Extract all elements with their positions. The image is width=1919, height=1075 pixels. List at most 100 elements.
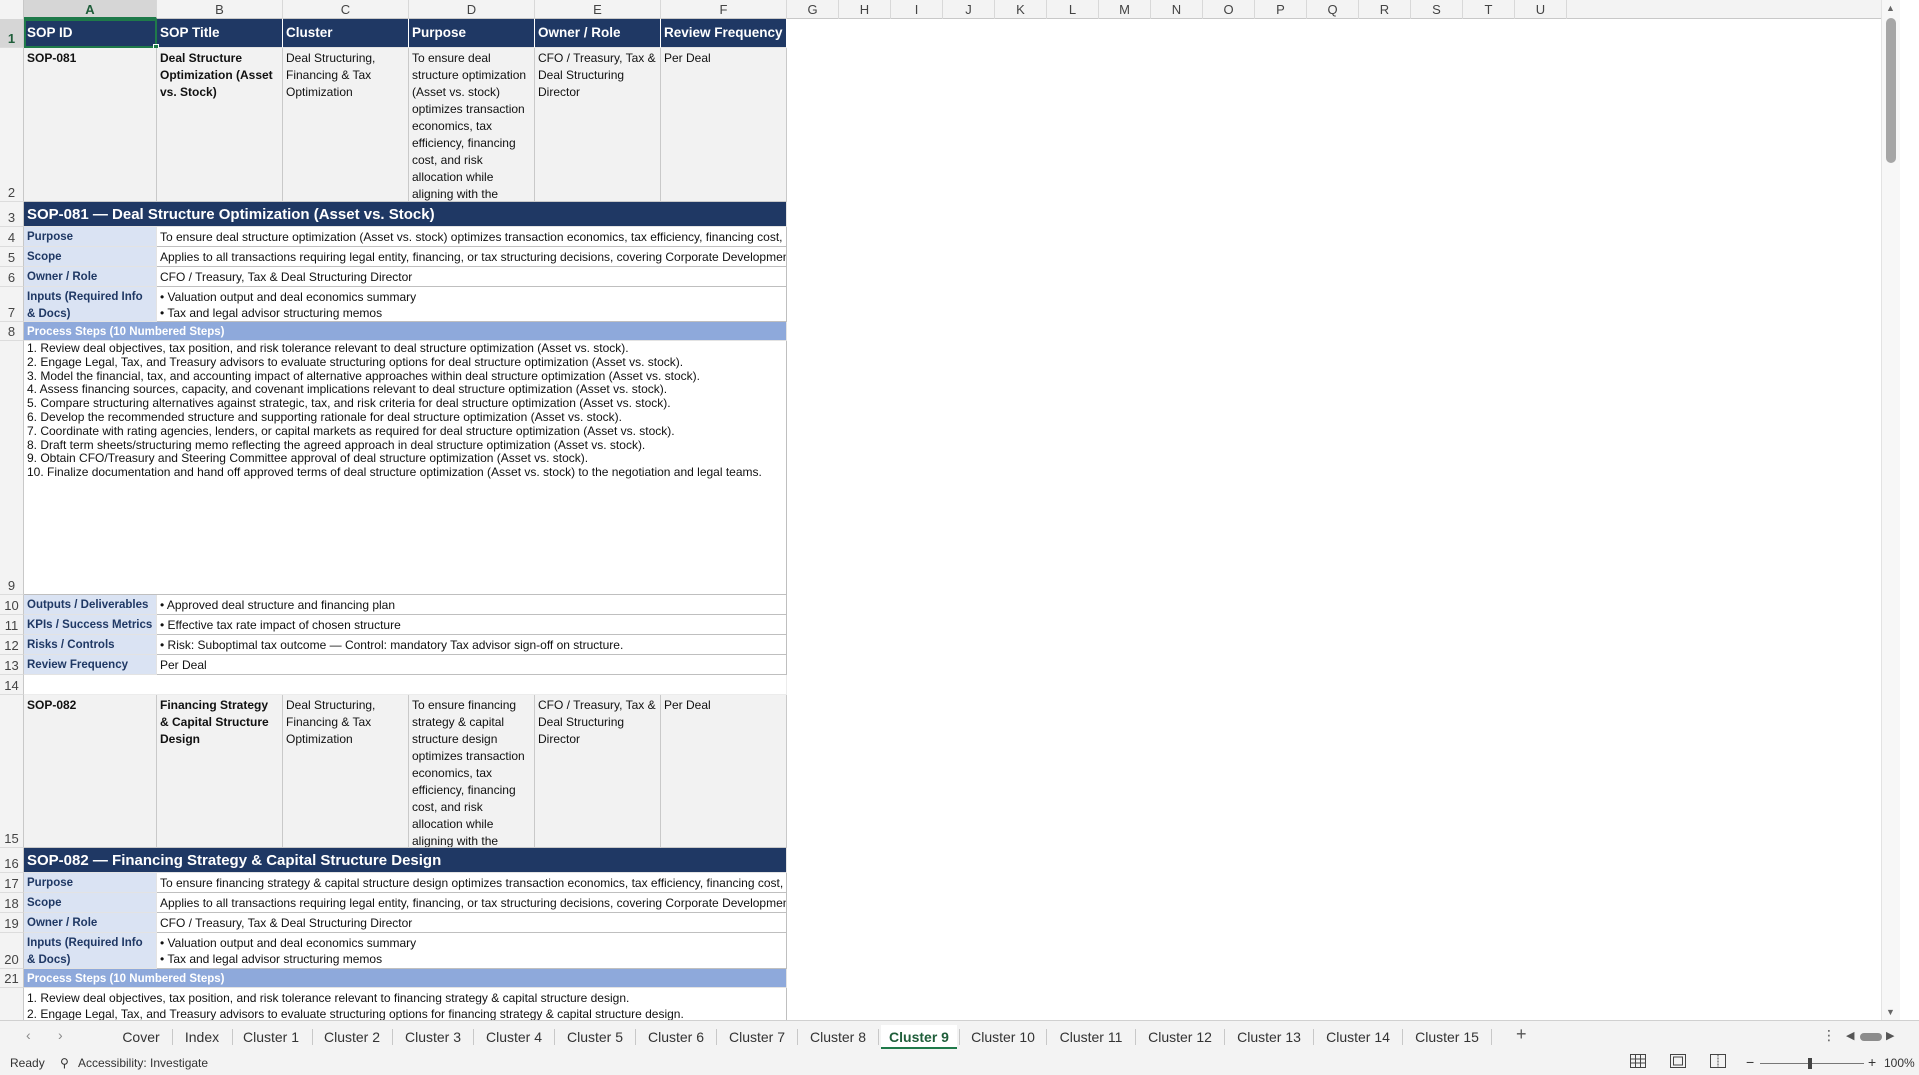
scroll-down-icon[interactable]: ▼ xyxy=(1886,1007,1895,1017)
zoom-slider-track[interactable] xyxy=(1760,1063,1864,1064)
accessibility-status[interactable]: Accessibility: Investigate xyxy=(78,1056,208,1070)
row-header-11[interactable]: 11 xyxy=(0,615,24,635)
cell-b20[interactable]: • Valuation output and deal economics su… xyxy=(157,933,787,969)
row-header-16[interactable]: 16 xyxy=(0,848,24,873)
column-header-n[interactable]: N xyxy=(1151,0,1203,19)
zoom-level[interactable]: 100% xyxy=(1884,1056,1915,1070)
add-sheet-icon[interactable]: + xyxy=(1516,1024,1527,1045)
vertical-scrollbar[interactable]: ▲ ▼ xyxy=(1881,0,1900,1020)
cell-a12[interactable]: Risks / Controls xyxy=(24,635,157,655)
cell-f1[interactable]: Review Frequency xyxy=(661,19,787,48)
row-header-17[interactable]: 17 xyxy=(0,873,24,893)
column-header-l[interactable]: L xyxy=(1047,0,1099,19)
process-steps-cell[interactable]: 1. Review deal objectives, tax position,… xyxy=(24,341,787,595)
column-header-o[interactable]: O xyxy=(1203,0,1255,19)
row-header-21[interactable]: 21 xyxy=(0,969,24,988)
row-header-18[interactable]: 18 xyxy=(0,893,24,913)
cell-a4[interactable]: Purpose xyxy=(24,227,157,247)
empty-row-cell[interactable] xyxy=(24,675,787,695)
zoom-in-icon[interactable]: + xyxy=(1868,1054,1876,1070)
cell-c2[interactable]: Deal Structuring, Financing & Tax Optimi… xyxy=(283,48,409,202)
tab-scroll-right-icon[interactable]: › xyxy=(58,1027,63,1043)
column-header-i[interactable]: I xyxy=(891,0,943,19)
sheet-tab-cluster-5[interactable]: Cluster 5 xyxy=(557,1025,633,1049)
column-header-g[interactable]: G xyxy=(787,0,839,19)
spreadsheet-grid[interactable]: A B C D E F G H I J K L M N O P Q R S T … xyxy=(0,0,1900,1020)
sheet-tab-cluster-6[interactable]: Cluster 6 xyxy=(638,1025,714,1049)
cell-b7[interactable]: • Valuation output and deal economics su… xyxy=(157,287,787,322)
column-header-t[interactable]: T xyxy=(1463,0,1515,19)
row-header-1[interactable]: 1 xyxy=(0,19,24,48)
cell-b6[interactable]: CFO / Treasury, Tax & Deal Structuring D… xyxy=(157,267,787,287)
select-all-corner[interactable] xyxy=(0,0,24,19)
row-header-6[interactable]: 6 xyxy=(0,267,24,287)
cell-f2[interactable]: Per Deal xyxy=(661,48,787,202)
cell-b5[interactable]: Applies to all transactions requiring le… xyxy=(157,247,787,267)
sheet-tab-cluster-4[interactable]: Cluster 4 xyxy=(476,1025,552,1049)
cell-a19[interactable]: Owner / Role xyxy=(24,913,157,933)
cell-a7[interactable]: Inputs (Required Info & Docs) xyxy=(24,287,157,322)
column-header-c[interactable]: C xyxy=(283,0,409,19)
column-header-b[interactable]: B xyxy=(157,0,283,19)
page-break-view-icon[interactable] xyxy=(1710,1054,1726,1071)
column-header-h[interactable]: H xyxy=(839,0,891,19)
scrollbar-thumb[interactable] xyxy=(1886,18,1896,163)
column-header-a[interactable]: A xyxy=(24,0,157,19)
cell-d1[interactable]: Purpose xyxy=(409,19,535,48)
cell-e2[interactable]: CFO / Treasury, Tax & Deal Structuring D… xyxy=(535,48,661,202)
sheet-tab-cluster-12[interactable]: Cluster 12 xyxy=(1138,1025,1222,1049)
row-header-12[interactable]: 12 xyxy=(0,635,24,655)
cell-a17[interactable]: Purpose xyxy=(24,873,157,893)
cell-b4[interactable]: To ensure deal structure optimization (A… xyxy=(157,227,787,247)
cell-b13[interactable]: Per Deal xyxy=(157,655,787,675)
column-header-k[interactable]: K xyxy=(995,0,1047,19)
cell-b2[interactable]: Deal Structure Optimization (Asset vs. S… xyxy=(157,48,283,202)
column-header-d[interactable]: D xyxy=(409,0,535,19)
cell-a15[interactable]: SOP-082 xyxy=(24,695,157,848)
row-header-13[interactable]: 13 xyxy=(0,655,24,675)
column-header-f[interactable]: F xyxy=(661,0,787,19)
row-header-5[interactable]: 5 xyxy=(0,247,24,267)
row-header-8[interactable]: 8 xyxy=(0,322,24,341)
sheet-tab-cluster-2[interactable]: Cluster 2 xyxy=(314,1025,390,1049)
row-header-3[interactable]: 3 xyxy=(0,202,24,227)
row-header-10[interactable]: 10 xyxy=(0,595,24,615)
zoom-out-icon[interactable]: − xyxy=(1746,1054,1754,1070)
cell-b10[interactable]: • Approved deal structure and financing … xyxy=(157,595,787,615)
page-layout-view-icon[interactable] xyxy=(1670,1054,1686,1071)
column-header-s[interactable]: S xyxy=(1411,0,1463,19)
row-header-15[interactable]: 15 xyxy=(0,695,24,848)
cell-d15[interactable]: To ensure financing strategy & capital s… xyxy=(409,695,535,848)
cell-a6[interactable]: Owner / Role xyxy=(24,267,157,287)
cell-a1[interactable]: SOP ID xyxy=(24,19,157,48)
horizontal-scrollbar-thumb[interactable] xyxy=(1860,1033,1882,1041)
cell-a5[interactable]: Scope xyxy=(24,247,157,267)
column-header-p[interactable]: P xyxy=(1255,0,1307,19)
sheet-tab-cluster-1[interactable]: Cluster 1 xyxy=(234,1025,308,1049)
cell-a13[interactable]: Review Frequency xyxy=(24,655,157,675)
sheet-tab-cluster-3[interactable]: Cluster 3 xyxy=(395,1025,471,1049)
column-header-r[interactable]: R xyxy=(1359,0,1411,19)
sheet-tab-index[interactable]: Index xyxy=(174,1025,230,1049)
sop-082-title-band[interactable]: SOP-082 — Financing Strategy & Capital S… xyxy=(24,848,787,873)
sheet-tab-cluster-15[interactable]: Cluster 15 xyxy=(1405,1025,1489,1049)
process-steps-header[interactable]: Process Steps (10 Numbered Steps) xyxy=(24,969,787,988)
sheet-tab-cluster-7[interactable]: Cluster 7 xyxy=(719,1025,795,1049)
column-header-e[interactable]: E xyxy=(535,0,661,19)
row-header-9[interactable]: 9 xyxy=(0,341,24,595)
row-header-7[interactable]: 7 xyxy=(0,287,24,322)
cell-b19[interactable]: CFO / Treasury, Tax & Deal Structuring D… xyxy=(157,913,787,933)
sheet-tab-cluster-13[interactable]: Cluster 13 xyxy=(1227,1025,1311,1049)
process-steps-cell[interactable]: 1. Review deal objectives, tax position,… xyxy=(24,988,787,1020)
cell-b15[interactable]: Financing Strategy & Capital Structure D… xyxy=(157,695,283,848)
more-options-icon[interactable]: ⋮ xyxy=(1822,1027,1836,1044)
normal-view-icon[interactable] xyxy=(1630,1054,1646,1071)
sheet-tab-cluster-9[interactable]: Cluster 9 xyxy=(881,1025,957,1049)
cell-a2[interactable]: SOP-081 xyxy=(24,48,157,202)
sheet-tab-cluster-8[interactable]: Cluster 8 xyxy=(800,1025,876,1049)
column-header-u[interactable]: U xyxy=(1515,0,1567,19)
cell-e15[interactable]: CFO / Treasury, Tax & Deal Structuring D… xyxy=(535,695,661,848)
zoom-slider-thumb[interactable] xyxy=(1808,1058,1812,1069)
hscroll-left-icon[interactable]: ◀ xyxy=(1846,1029,1854,1042)
sheet-tab-cluster-11[interactable]: Cluster 11 xyxy=(1049,1025,1133,1049)
